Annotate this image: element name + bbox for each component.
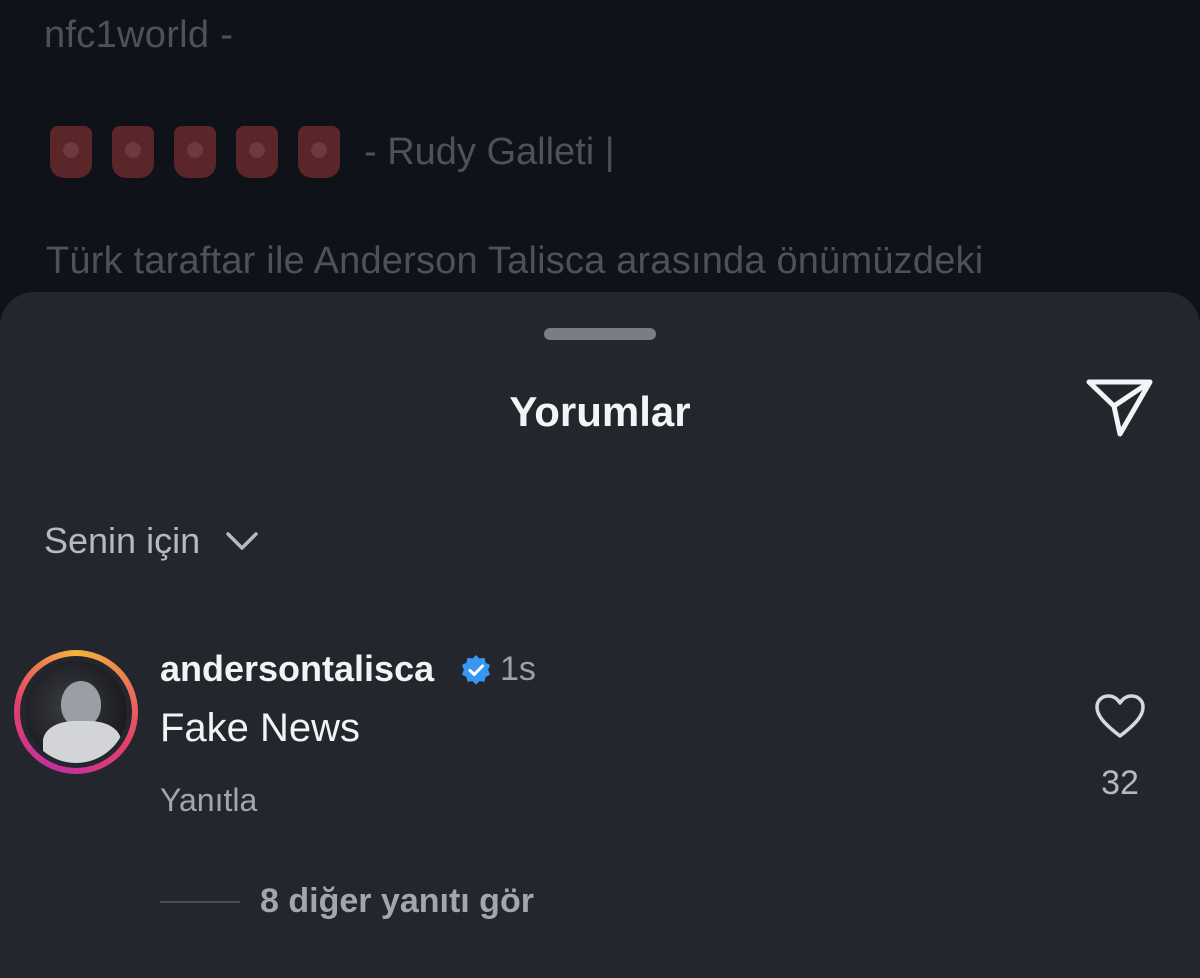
emblem-emoji-icon: [50, 126, 92, 178]
heart-icon: [1095, 694, 1145, 738]
post-credit-line: - Rudy Galleti |: [50, 122, 615, 182]
page: nfc1world - - Rudy Galleti | Türk taraft…: [0, 0, 1200, 978]
view-more-replies-button[interactable]: 8 diğer yanıtı gör: [160, 882, 534, 921]
share-button[interactable]: [1080, 372, 1160, 444]
like-count: 32: [1101, 764, 1139, 802]
avatar-story-ring[interactable]: [14, 650, 138, 774]
emblem-emoji-icon: [174, 126, 216, 178]
like-button[interactable]: [1090, 688, 1150, 744]
more-replies-label: 8 diğer yanıtı gör: [260, 882, 534, 920]
emblem-emoji-icon: [112, 126, 154, 178]
filter-label: Senin için: [44, 520, 201, 561]
comment-username[interactable]: andersontalisca: [160, 648, 434, 690]
reply-button[interactable]: Yanıtla: [160, 782, 257, 819]
comment-time: 1s: [500, 650, 536, 688]
background-post: nfc1world - - Rudy Galleti | Türk taraft…: [0, 0, 1200, 330]
sheet-drag-handle[interactable]: [544, 328, 656, 340]
emblem-emoji-icon: [298, 126, 340, 178]
chevron-down-icon: [224, 529, 260, 553]
replies-divider: [160, 900, 240, 903]
comment-filter-dropdown[interactable]: Senin için: [44, 520, 260, 562]
sheet-title: Yorumlar: [509, 388, 691, 435]
post-credit: - Rudy Galleti |: [364, 130, 615, 173]
emblem-emoji-icon: [236, 126, 278, 178]
paper-plane-icon: [1086, 379, 1153, 437]
verified-badge-icon: [462, 655, 490, 685]
post-caption: Türk taraftar ile Anderson Talisca arası…: [46, 240, 984, 282]
comment-text: Fake News: [160, 706, 361, 750]
comment-item: andersontalisca 1s Fake News Yanıtla 32: [0, 642, 1200, 882]
comments-sheet: Yorumlar Senin için andersontalisca 1s F…: [0, 292, 1200, 978]
post-username: nfc1world -: [44, 14, 234, 56]
avatar: [25, 661, 127, 763]
